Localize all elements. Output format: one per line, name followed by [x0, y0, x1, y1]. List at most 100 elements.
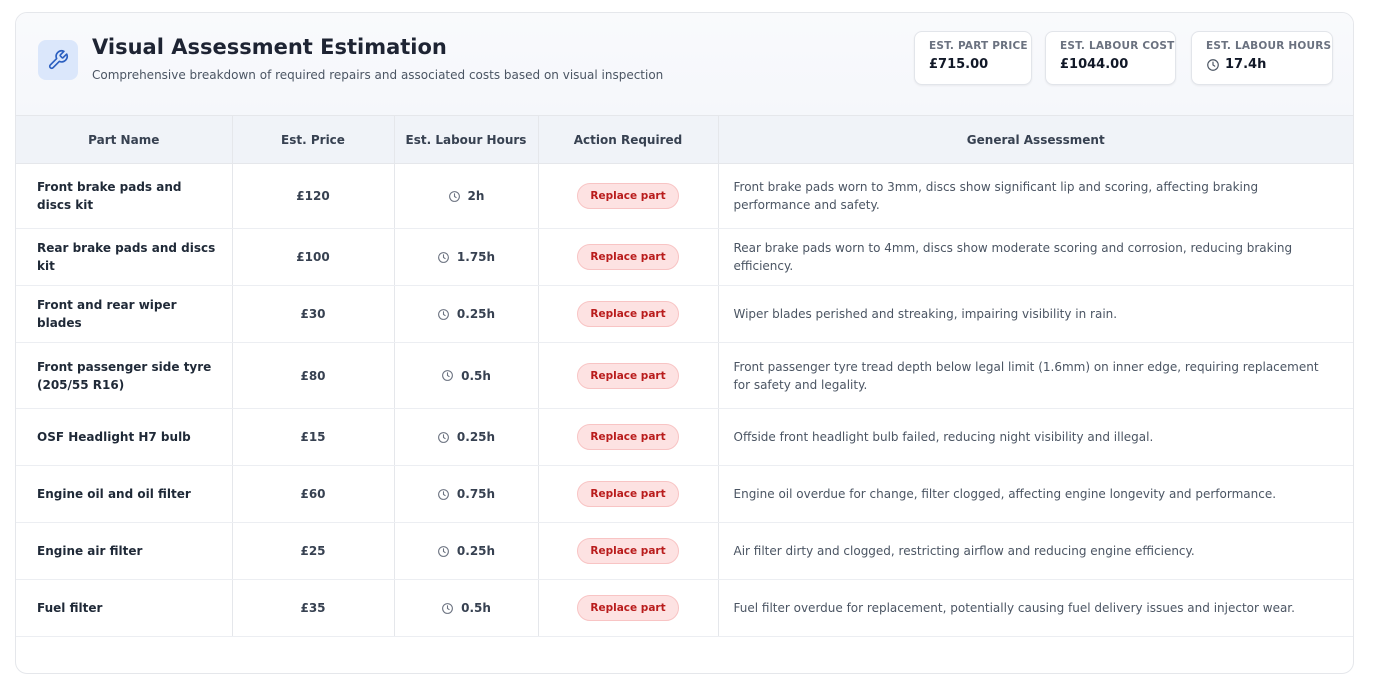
- assessment-card: Visual Assessment Estimation Comprehensi…: [15, 12, 1354, 674]
- action-cell: Replace part: [538, 408, 719, 466]
- table-row: Fuel filter £35 0.5h Replace part Fuel filte…: [16, 579, 1353, 637]
- part-name: Front passenger side tyre (205/55 R16): [37, 359, 212, 392]
- part-price: £35: [300, 601, 326, 615]
- column-header-price[interactable]: Est. Price: [232, 116, 395, 164]
- labour-hours: 0.5h: [461, 601, 491, 615]
- assessment-text: Fuel filter overdue for replacement, pot…: [733, 601, 1295, 615]
- part-name: Front and rear wiper blades: [37, 298, 177, 330]
- labour-hours: 0.25h: [456, 430, 496, 444]
- action-cell: Replace part: [538, 522, 719, 580]
- column-header-labour-hours[interactable]: Est. Labour Hours: [394, 116, 539, 164]
- part-name-cell: Rear brake pads and discs kit: [16, 228, 233, 286]
- action-badge: Replace part: [577, 481, 679, 507]
- labour-hours: 0.75h: [456, 487, 496, 501]
- assessment-text: Air filter dirty and clogged, restrictin…: [733, 544, 1195, 558]
- part-price: £120: [296, 189, 330, 203]
- assessment-text: Front passenger tyre tread depth below l…: [733, 359, 1319, 392]
- stat-label: EST. LABOUR COST: [1060, 40, 1175, 52]
- action-badge: Replace part: [577, 424, 679, 450]
- stat-part-price: EST. PART PRICE £715.00: [914, 31, 1032, 85]
- table-row: Engine oil and oil filter £60 0.75h Replace…: [16, 465, 1353, 523]
- assessment-cell: Air filter dirty and clogged, restrictin…: [718, 522, 1353, 580]
- estimation-table: Part Name Est. Price Est. Labour Hours A…: [16, 116, 1353, 637]
- assessment-text: Rear brake pads worn to 4mm, discs show …: [733, 241, 1293, 273]
- part-name-cell: Front passenger side tyre (205/55 R16): [16, 342, 233, 409]
- part-name: Rear brake pads and discs kit: [37, 241, 216, 273]
- part-price: £30: [300, 307, 326, 321]
- column-header-part-name[interactable]: Part Name: [16, 116, 233, 164]
- stat-label: EST. LABOUR HOURS: [1206, 40, 1332, 52]
- assessment-cell: Front passenger tyre tread depth below l…: [718, 342, 1353, 409]
- part-name-cell: OSF Headlight H7 bulb: [16, 408, 233, 466]
- price-cell: £35: [232, 579, 395, 637]
- table-header-row: Part Name Est. Price Est. Labour Hours A…: [16, 116, 1353, 164]
- labour-hours: 0.25h: [456, 307, 496, 321]
- assessment-text: Wiper blades perished and streaking, imp…: [733, 307, 1118, 321]
- part-price: £15: [300, 430, 326, 444]
- action-cell: Replace part: [538, 465, 719, 523]
- clock-icon: [437, 431, 450, 444]
- labour-cost-value: £1044.00: [1060, 57, 1129, 72]
- price-cell: £30: [232, 285, 395, 343]
- labour-hours: 0.5h: [461, 368, 491, 383]
- part-price: £80: [300, 368, 326, 383]
- stat-labour-hours: EST. LABOUR HOURS 17.4h: [1191, 31, 1333, 85]
- part-price: £25: [300, 544, 326, 558]
- assessment-text: Front brake pads worn to 3mm, discs show…: [733, 180, 1259, 212]
- column-header-action[interactable]: Action Required: [538, 116, 719, 164]
- assessment-text: Offside front headlight bulb failed, red…: [733, 430, 1154, 444]
- price-cell: £120: [232, 163, 395, 229]
- stat-label: EST. PART PRICE: [929, 40, 1028, 52]
- part-name-cell: Engine air filter: [16, 522, 233, 580]
- card-header: Visual Assessment Estimation Comprehensi…: [16, 13, 1353, 116]
- table-row: Engine air filter £25 0.25h Replace part Air…: [16, 522, 1353, 580]
- assessment-text: Engine oil overdue for change, filter cl…: [733, 487, 1277, 501]
- clock-icon: [448, 190, 461, 203]
- labour-hours-cell: 0.75h: [394, 465, 539, 523]
- action-cell: Replace part: [538, 285, 719, 343]
- assessment-cell: Rear brake pads worn to 4mm, discs show …: [718, 228, 1353, 286]
- action-cell: Replace part: [538, 228, 719, 286]
- assessment-cell: Fuel filter overdue for replacement, pot…: [718, 579, 1353, 637]
- assessment-cell: Wiper blades perished and streaking, imp…: [718, 285, 1353, 343]
- labour-hours-cell: 0.25h: [394, 408, 539, 466]
- action-badge: Replace part: [577, 538, 679, 564]
- price-cell: £15: [232, 408, 395, 466]
- labour-hours-cell: 0.25h: [394, 285, 539, 343]
- part-price: £100: [296, 250, 330, 264]
- price-cell: £80: [232, 342, 395, 409]
- clock-icon: [437, 488, 450, 501]
- labour-hours-cell: 0.5h: [394, 342, 539, 409]
- part-name: Engine oil and oil filter: [37, 487, 191, 501]
- price-cell: £100: [232, 228, 395, 286]
- wrench-icon: [38, 40, 78, 80]
- clock-icon: [437, 308, 450, 321]
- part-name: Front brake pads and discs kit: [37, 180, 182, 212]
- table-row: Front and rear wiper blades £30 0.25h Repla…: [16, 285, 1353, 343]
- part-name: OSF Headlight H7 bulb: [37, 430, 191, 444]
- stat-labour-cost: EST. LABOUR COST £1044.00: [1045, 31, 1176, 85]
- stat-value: £1044.00: [1060, 57, 1161, 72]
- clock-icon: [437, 251, 450, 264]
- labour-hours-cell: 0.25h: [394, 522, 539, 580]
- stat-value: £715.00: [929, 57, 1017, 72]
- assessment-cell: Offside front headlight bulb failed, red…: [718, 408, 1353, 466]
- action-cell: Replace part: [538, 342, 719, 409]
- labour-hours-value: 17.4h: [1225, 57, 1267, 72]
- action-cell: Replace part: [538, 579, 719, 637]
- part-price-value: £715.00: [929, 57, 989, 72]
- labour-hours-cell: 0.5h: [394, 579, 539, 637]
- action-badge: Replace part: [577, 244, 679, 270]
- column-header-assessment[interactable]: General Assessment: [718, 116, 1353, 164]
- table-row: Front brake pads and discs kit £120 2h Repl…: [16, 163, 1353, 229]
- table-row: Front passenger side tyre (205/55 R16) £8…: [16, 342, 1353, 409]
- part-name-cell: Front brake pads and discs kit: [16, 163, 233, 229]
- labour-hours: 2h: [467, 189, 485, 203]
- labour-hours-cell: 2h: [394, 163, 539, 229]
- labour-hours: 1.75h: [456, 250, 496, 264]
- labour-hours-cell: 1.75h: [394, 228, 539, 286]
- assessment-cell: Front brake pads worn to 3mm, discs show…: [718, 163, 1353, 229]
- table-row: Rear brake pads and discs kit £100 1.75h Re…: [16, 228, 1353, 286]
- clock-icon: [1206, 58, 1220, 72]
- clock-icon: [441, 369, 454, 382]
